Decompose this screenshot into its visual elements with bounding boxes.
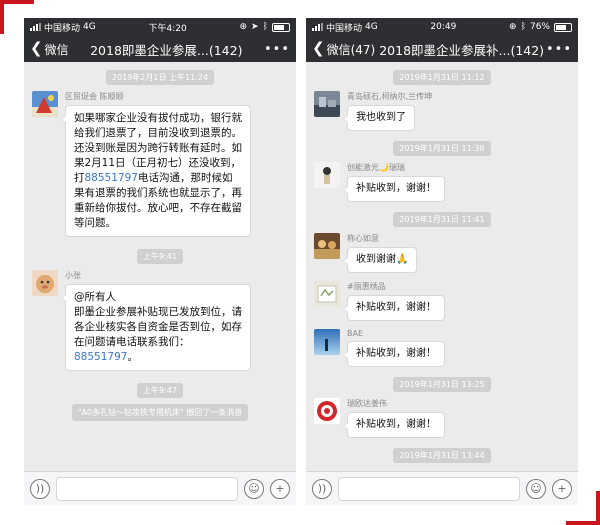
- chevron-left-icon: ❮: [30, 38, 43, 57]
- input-bar: )) ☺ +: [306, 471, 578, 505]
- sender-name: 小张: [65, 271, 81, 280]
- sender-name: 称心如意: [347, 234, 379, 243]
- bluetooth-icon: ᛒ: [262, 22, 268, 32]
- more-button[interactable]: •••: [546, 42, 572, 57]
- phone-screenshot-left: 中国移动 4G 下午4:20 ⊕ ➤ ᛒ ❮ 微信 2018即墨企业参展...(…: [24, 18, 296, 505]
- plus-icon[interactable]: +: [552, 478, 572, 499]
- timestamp: 上午9:47: [137, 383, 183, 398]
- sender-name: #丽惠绣品: [347, 282, 386, 291]
- chat-area[interactable]: 2019年2月1日 上午11:24 区贸促会 陈顺顺 如果哪家企业没有拔付成功，…: [24, 62, 296, 471]
- status-bar: 中国移动 4G 下午4:20 ⊕ ➤ ᛒ: [24, 18, 296, 36]
- network: 4G: [83, 22, 96, 32]
- sender-name: 区贸促会 陈顺顺: [65, 92, 124, 101]
- message-bubble[interactable]: 收到谢谢🙏: [342, 247, 418, 273]
- carrier: 中国移动: [44, 23, 81, 34]
- bluetooth-icon: ᛒ: [520, 22, 526, 32]
- signal-icon: [312, 23, 323, 31]
- frame-accent: [566, 521, 600, 525]
- location-icon: ➤: [251, 22, 259, 32]
- message-input[interactable]: [338, 476, 520, 501]
- back-button[interactable]: ❮ 微信: [30, 38, 69, 58]
- phone-link[interactable]: 88551797: [85, 172, 138, 184]
- phone-screenshot-right: 中国移动 4G 20:49 ⊕ ᛒ 76% ❮ 微信(47) 2018即墨企业参…: [306, 18, 578, 505]
- timestamp: 上午9:41: [137, 249, 183, 264]
- chat-title: 2018即墨企业参展...(142): [90, 42, 243, 58]
- timestamp: 2019年2月1日 上午11:24: [105, 70, 215, 85]
- carrier: 中国移动: [326, 23, 363, 34]
- back-label: 微信: [44, 42, 69, 57]
- message: 区贸促会 陈顺顺 如果哪家企业没有拔付成功，银行就给我们退票了，目前没收到退票的…: [24, 91, 296, 237]
- status-bar: 中国移动 4G 20:49 ⊕ ᛒ 76%: [306, 18, 578, 36]
- sender-name: 瑞欧达姜伟: [347, 399, 387, 408]
- nav-bar: ❮ 微信(47) 2018即墨企业参展补...(142) •••: [306, 36, 578, 62]
- avatar[interactable]: [314, 281, 340, 307]
- clock: 下午4:20: [148, 23, 187, 34]
- chat-area[interactable]: 2019年1月31日 11:12 青岛硕石,柯纳尔,兰传坤 我也收到了 2019…: [306, 62, 578, 471]
- emoji-icon[interactable]: ☺: [244, 478, 264, 499]
- nav-bar: ❮ 微信 2018即墨企业参展...(142) •••: [24, 36, 296, 62]
- timestamp: 2019年1月31日 11:41: [393, 212, 491, 227]
- message-text: 。: [127, 351, 138, 363]
- more-button[interactable]: •••: [264, 42, 290, 57]
- message: #丽惠绣品 补贴收到，谢谢！: [306, 281, 578, 321]
- message-bubble[interactable]: 补贴收到，谢谢！: [343, 295, 445, 321]
- back-label: 微信(47): [326, 42, 376, 57]
- battery-level: 76%: [529, 22, 550, 32]
- recall-notice: "A0多孔钻～钻攻铣专用机床" 撤回了一条消息: [71, 404, 249, 421]
- timestamp: 2019年1月31日 11:12: [393, 70, 491, 85]
- sender-name: BAE: [347, 329, 364, 338]
- back-button[interactable]: ❮ 微信(47): [312, 38, 376, 58]
- message-bubble[interactable]: @所有人 即墨企业参展补贴现已发放到位，请各企业核实各自资金是否到位，如存在问题…: [61, 284, 251, 371]
- message-bubble[interactable]: 补贴收到，谢谢！: [343, 412, 445, 438]
- emoji-icon[interactable]: ☺: [526, 478, 546, 499]
- network: 4G: [365, 22, 378, 32]
- battery-icon: [272, 22, 290, 32]
- message-bubble[interactable]: 我也收到了: [343, 105, 415, 131]
- battery-icon: [554, 22, 572, 32]
- message-text: @所有人 即墨企业参展补贴现已发放到位，请各企业核实各自资金是否到位，如存在问题…: [74, 291, 242, 348]
- voice-icon[interactable]: )): [312, 478, 332, 499]
- plus-icon[interactable]: +: [270, 478, 290, 499]
- message-bubble[interactable]: 补贴收到，谢谢！: [343, 176, 445, 202]
- message-bubble[interactable]: 补贴收到，谢谢！: [343, 341, 445, 367]
- message-bubble[interactable]: 如果哪家企业没有拔付成功，银行就给我们退票了，目前没收到退票的。还没到账是因为跨…: [61, 105, 251, 237]
- sender-name: 青岛硕石,柯纳尔,兰传坤: [347, 92, 433, 101]
- chevron-left-icon: ❮: [312, 38, 325, 57]
- avatar[interactable]: [32, 91, 58, 117]
- avatar[interactable]: [314, 162, 340, 188]
- lock-rotation-icon: ⊕: [509, 22, 517, 32]
- message: 创能激光🌙瑞瑞 补贴收到，谢谢！: [306, 162, 578, 202]
- message: 称心如意 收到谢谢🙏: [306, 233, 578, 273]
- voice-icon[interactable]: )): [30, 478, 50, 499]
- phone-link[interactable]: 88551797: [74, 351, 127, 363]
- frame-accent: [596, 491, 600, 525]
- message: BAE 补贴收到，谢谢！: [306, 329, 578, 367]
- clock: 20:49: [430, 22, 457, 32]
- frame-accent: [0, 0, 4, 34]
- message: 瑞欧达姜伟 补贴收到，谢谢！: [306, 398, 578, 438]
- lock-rotation-icon: ⊕: [239, 22, 248, 32]
- avatar[interactable]: [314, 329, 340, 355]
- chat-title: 2018即墨企业参展补...(142): [379, 42, 545, 58]
- message: 小张 @所有人 即墨企业参展补贴现已发放到位，请各企业核实各自资金是否到位，如存…: [24, 270, 296, 371]
- timestamp: 2019年1月31日 11:38: [393, 141, 491, 156]
- signal-icon: [30, 23, 41, 31]
- message-input[interactable]: [56, 476, 238, 501]
- avatar[interactable]: [314, 91, 340, 117]
- message: 青岛硕石,柯纳尔,兰传坤 我也收到了: [306, 91, 578, 131]
- timestamp: 2019年1月31日 13:25: [393, 377, 491, 392]
- avatar[interactable]: [314, 233, 340, 259]
- timestamp: 2019年1月31日 13:44: [393, 448, 491, 463]
- input-bar: )) ☺ +: [24, 471, 296, 505]
- avatar[interactable]: [32, 270, 58, 296]
- frame-accent: [0, 0, 34, 4]
- sender-name: 创能激光🌙瑞瑞: [347, 163, 405, 172]
- avatar[interactable]: [314, 398, 340, 424]
